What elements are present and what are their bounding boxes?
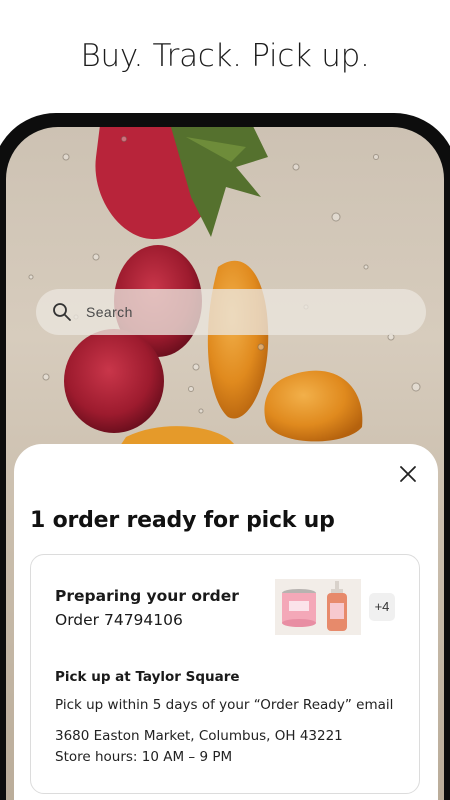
sheet-title: 1 order ready for pick up — [30, 508, 335, 533]
order-status: Preparing your order — [55, 587, 239, 605]
close-icon[interactable] — [396, 462, 420, 486]
order-card[interactable]: Preparing your order Order 74794106 +4 P… — [30, 554, 420, 794]
more-items-badge: +4 — [369, 593, 395, 621]
promo-headline: Buy. Track. Pick up. — [80, 38, 370, 74]
order-pickup-sheet: 1 order ready for pick up Preparing your… — [14, 444, 438, 800]
order-number: Order 74794106 — [55, 611, 183, 629]
store-address: 3680 Easton Market, Columbus, OH 43221 — [55, 728, 343, 744]
search-icon — [53, 303, 71, 321]
pickup-window-note: Pick up within 5 days of your “Order Rea… — [55, 697, 394, 713]
search-bar[interactable]: Search — [36, 289, 426, 335]
product-thumbnail — [275, 579, 361, 635]
store-hours: Store hours: 10 AM – 9 PM — [55, 749, 233, 765]
search-input-placeholder: Search — [86, 304, 133, 320]
pickup-location: Pick up at Taylor Square — [55, 669, 240, 685]
